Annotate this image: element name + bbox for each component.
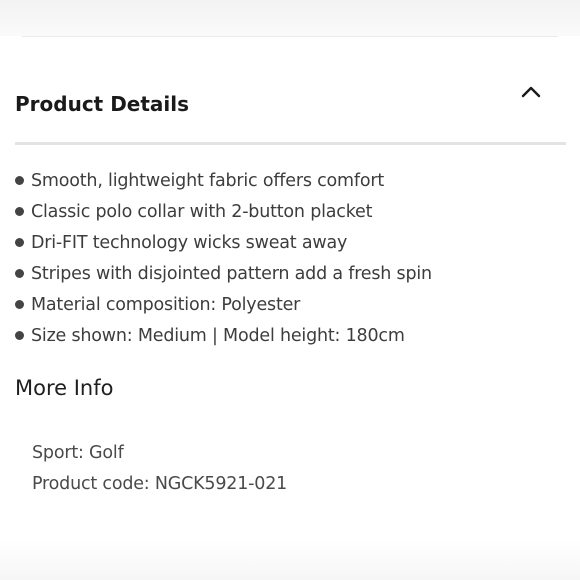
list-item: Stripes with disjointed pattern add a fr… bbox=[15, 259, 432, 290]
list-item-text: Dri-FIT technology wicks sweat away bbox=[31, 233, 348, 253]
list-item-text: Classic polo collar with 2-button placke… bbox=[31, 202, 373, 222]
bottom-edge-fade bbox=[0, 540, 580, 580]
list-item-text: Material composition: Polyester bbox=[31, 295, 301, 315]
list-item-text: Smooth, lightweight fabric offers comfor… bbox=[31, 171, 385, 191]
more-info-title: More Info bbox=[15, 376, 114, 400]
info-product-code: Product code: NGCK5921-021 bbox=[32, 474, 288, 494]
bullet-icon bbox=[15, 206, 24, 216]
bullet-icon bbox=[15, 175, 24, 185]
bullet-icon bbox=[15, 299, 24, 309]
product-details-title: Product Details bbox=[15, 92, 190, 116]
section-divider bbox=[15, 142, 566, 145]
list-item-text: Stripes with disjointed pattern add a fr… bbox=[31, 264, 432, 284]
list-item: Material composition: Polyester bbox=[15, 290, 432, 321]
product-details-list: Smooth, lightweight fabric offers comfor… bbox=[15, 166, 432, 352]
more-info-list: Sport: Golf Product code: NGCK5921-021 bbox=[32, 438, 287, 500]
top-divider bbox=[22, 36, 558, 37]
list-item-text: Size shown: Medium | Model height: 180cm bbox=[31, 326, 405, 346]
product-details-header[interactable]: Product Details bbox=[0, 72, 580, 142]
bullet-icon bbox=[15, 237, 24, 247]
top-edge-fade bbox=[0, 0, 580, 36]
chevron-up-icon bbox=[521, 86, 541, 98]
list-item: Size shown: Medium | Model height: 180cm bbox=[15, 321, 432, 352]
list-item: Dri-FIT technology wicks sweat away bbox=[15, 228, 432, 259]
bullet-icon bbox=[15, 330, 24, 340]
info-sport: Sport: Golf bbox=[32, 443, 124, 463]
collapse-toggle-button[interactable] bbox=[517, 78, 545, 106]
bullet-icon bbox=[15, 268, 24, 278]
list-item: Classic polo collar with 2-button placke… bbox=[15, 197, 432, 228]
list-item: Smooth, lightweight fabric offers comfor… bbox=[15, 166, 432, 197]
product-info-panel: Product Details Smooth, lightweight fabr… bbox=[0, 0, 580, 580]
